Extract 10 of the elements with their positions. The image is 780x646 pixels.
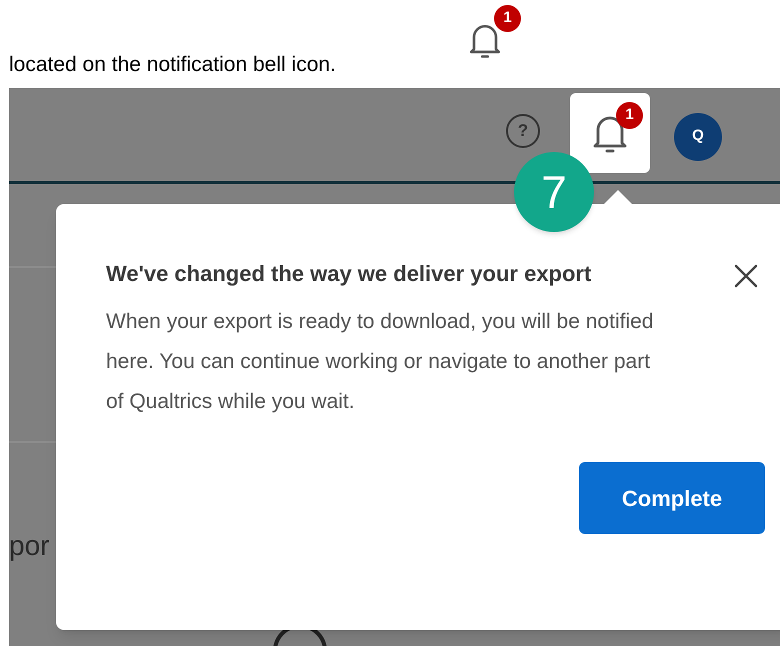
notification-badge: 1 [616,102,643,128]
complete-button[interactable]: Complete [579,462,765,534]
notification-badge: 1 [494,5,521,32]
popover-body: When your export is ready to download, you will be notified here. You can continue working or navigate to another part of Qualtrics while you wait. [106,309,654,415]
notification-bell-button[interactable]: 1 [570,92,650,172]
doc-text: located on the notification bell icon. [9,52,336,78]
popover-title: We've changed the way we deliver your export [106,260,592,288]
close-icon[interactable] [734,264,758,288]
user-avatar[interactable]: Q [674,112,722,160]
background-text: por [9,530,50,562]
